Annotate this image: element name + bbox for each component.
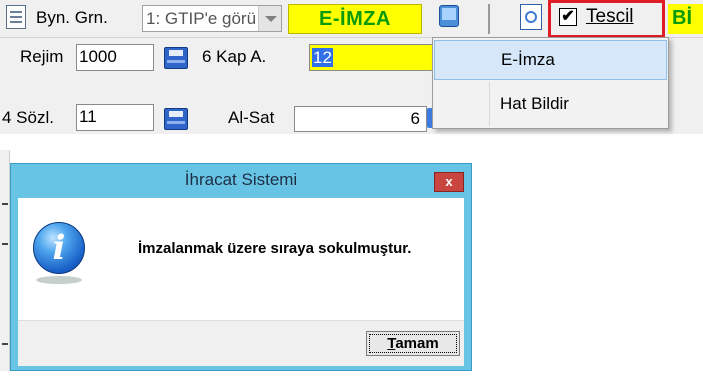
background-window-edge [0, 150, 10, 371]
background-tick [2, 243, 8, 245]
bi-button[interactable]: Bİ [668, 4, 703, 34]
dropdown-arrow-icon[interactable] [258, 6, 281, 31]
background-tick [2, 343, 8, 345]
ok-button-label: amam [395, 335, 439, 352]
dialog-title: İhracat Sistemi [184, 170, 298, 189]
alsat-label: Al-Sat [228, 108, 275, 127]
blue-box-icon[interactable] [439, 5, 459, 27]
document-icon[interactable] [6, 5, 26, 29]
kapa-input[interactable]: 12 [309, 44, 439, 71]
tescil-checkbox[interactable]: ✔ [559, 8, 577, 26]
sozl-input[interactable]: 11 [76, 104, 154, 131]
close-icon[interactable]: x [434, 172, 464, 192]
save-icon[interactable] [164, 108, 188, 130]
toolbar-divider [488, 4, 490, 34]
rejim-input[interactable]: 1000 [76, 44, 154, 71]
menu-item-hat-bildir[interactable]: Hat Bildir [434, 84, 667, 124]
eimza-button[interactable]: E-İMZA [288, 4, 422, 34]
save-icon[interactable] [164, 47, 188, 69]
kapa-value: 12 [312, 48, 333, 67]
ok-button[interactable]: Tamam [366, 331, 460, 356]
dialog-message: İmzalanmak üzere sıraya sokulmuştur. [138, 240, 412, 257]
page-icon[interactable] [520, 4, 542, 30]
rejim-label: Rejim [20, 47, 64, 66]
tescil-label[interactable]: Tescil [586, 6, 634, 28]
sozl-label: 4 Sözl. [2, 108, 54, 127]
alsat-input[interactable]: 6 [294, 106, 427, 132]
info-glyph-icon: i [52, 228, 66, 268]
context-menu: E-İmza Hat Bildir [432, 37, 669, 129]
beyan-label: Byn. Grn. [36, 8, 108, 27]
info-icon-shadow [36, 276, 82, 284]
menu-item-eimza[interactable]: E-İmza [434, 40, 667, 80]
kapa-label: 6 Kap A. [202, 47, 267, 66]
background-tick [2, 203, 8, 205]
